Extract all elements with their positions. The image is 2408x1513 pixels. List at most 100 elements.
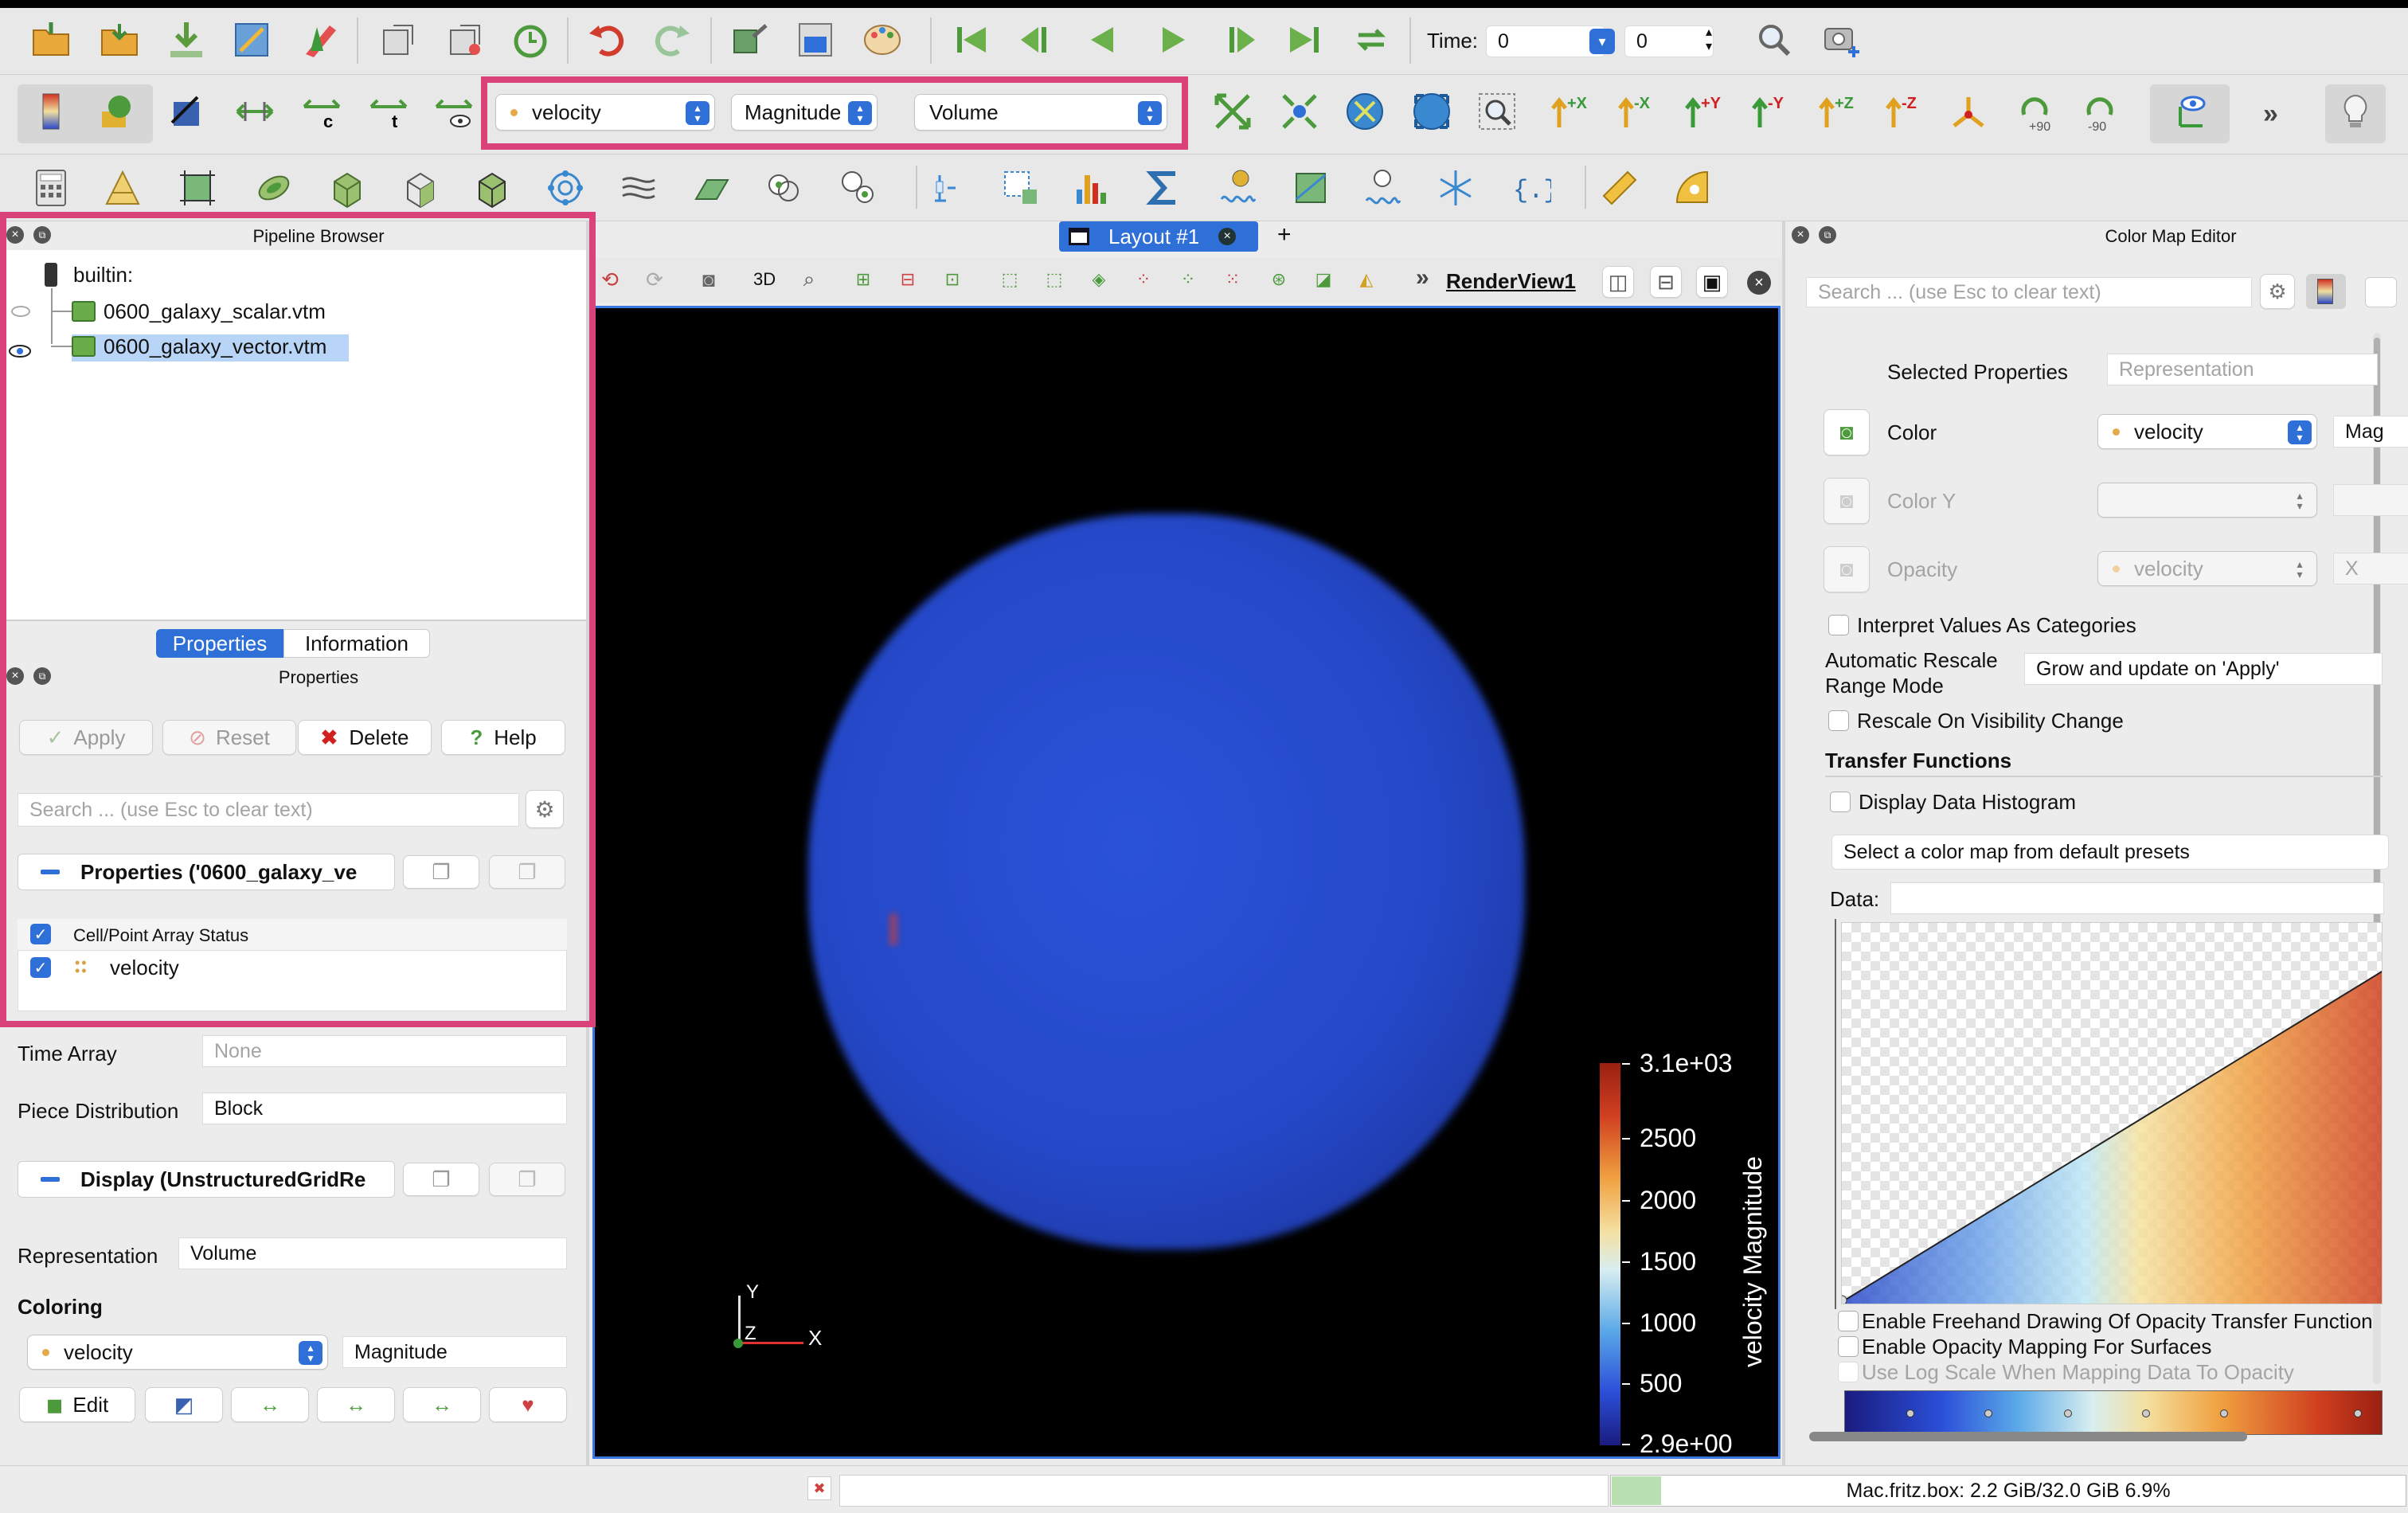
time-value-input[interactable]: 0 <box>1486 25 1605 57</box>
add-camera-icon[interactable] <box>1819 18 1863 62</box>
plot-over-time-icon[interactable] <box>1288 166 1333 210</box>
gear-icon[interactable]: ⚙ <box>2260 274 2295 309</box>
color-transfer-bar[interactable] <box>1844 1390 2383 1435</box>
protractor-icon[interactable] <box>1671 166 1715 210</box>
interactive-select-icon[interactable]: ⬚ <box>1038 260 1070 299</box>
color-legend-icon[interactable] <box>29 89 73 134</box>
warp-icon[interactable] <box>616 166 661 210</box>
plot-data-time-icon[interactable] <box>1360 166 1405 210</box>
color-control-point[interactable] <box>1984 1409 1992 1417</box>
time-index-stepper[interactable]: ▴ ▾ <box>1701 25 1717 57</box>
color-control-point[interactable] <box>2064 1409 2072 1417</box>
clear-output-x-icon[interactable]: ✖ <box>807 1476 831 1500</box>
paste-icon[interactable]: ❐ <box>489 855 565 889</box>
previous-frame-icon[interactable] <box>1014 18 1059 62</box>
edit-colormap-button[interactable]: ◼ Edit <box>19 1387 135 1422</box>
rotate-minus-90-icon[interactable]: -90 <box>2078 89 2123 134</box>
color-control-point[interactable] <box>2142 1409 2150 1417</box>
opacity-property-icon[interactable]: ◙ <box>1824 546 1870 592</box>
paste-icon[interactable]: ❐ <box>489 1163 565 1196</box>
redo-camera-icon[interactable] <box>443 18 487 62</box>
color-control-point[interactable] <box>2354 1409 2362 1417</box>
color-array-combo[interactable]: velocity ▴ ▾ <box>495 94 715 131</box>
shrink-selection-icon[interactable]: ⊛ <box>1263 260 1295 299</box>
find-data-icon[interactable] <box>728 18 772 62</box>
connect-icon[interactable] <box>229 18 274 62</box>
close-tab-icon[interactable]: × <box>1218 228 1237 245</box>
disconnect-icon[interactable] <box>298 18 342 62</box>
glyph-filter-icon[interactable] <box>470 166 514 210</box>
probe-icon[interactable] <box>836 166 881 210</box>
properties-search-input[interactable]: Search ... (use Esc to clear text) <box>18 793 519 827</box>
clip-icon[interactable] <box>175 166 220 210</box>
preset-selector[interactable]: Select a color map from default presets <box>1831 835 2389 870</box>
camera-icon[interactable]: ◙ <box>693 260 725 299</box>
play-icon[interactable] <box>1151 18 1196 62</box>
clear-selection-icon[interactable]: ◭ <box>1351 260 1382 299</box>
select-cells-icon[interactable]: ⊞ <box>847 260 879 299</box>
redo-icon[interactable] <box>650 18 694 62</box>
contour-icon[interactable] <box>100 166 145 210</box>
histogram-icon[interactable] <box>1069 166 1113 210</box>
split-vertical-icon[interactable]: ⊟ <box>1650 266 1682 298</box>
plot-over-line-icon[interactable] <box>925 166 970 210</box>
reverse-play-icon[interactable] <box>1080 18 1124 62</box>
sigma-statistics-icon[interactable] <box>1142 166 1186 210</box>
more-view-tools-chevron-icon[interactable]: » <box>1416 264 1429 291</box>
float-panel-icon[interactable]: ⧉ <box>1819 226 1836 244</box>
interpret-categories-checkbox[interactable] <box>1828 615 1849 635</box>
view-minus-z-icon[interactable]: -Z <box>1879 89 1924 134</box>
time-array-field[interactable]: None <box>202 1035 567 1067</box>
reset-camera-icon[interactable] <box>1210 89 1255 134</box>
rescale-temporal-icon[interactable]: t <box>366 89 411 134</box>
split-horizontal-icon[interactable]: ◫ <box>1602 266 1634 298</box>
rescale-custom-icon[interactable]: c <box>299 89 344 134</box>
apply-button[interactable]: ✓ Apply <box>19 720 153 755</box>
piece-distribution-field[interactable]: Block <box>202 1093 567 1124</box>
extract-level-icon[interactable] <box>763 166 807 210</box>
undo-icon[interactable] <box>584 18 629 62</box>
delete-button[interactable]: ✖ Delete <box>298 720 432 755</box>
center-axes-icon[interactable] <box>2168 89 2212 134</box>
display-section-header[interactable]: Display (UnstructuredGridRe <box>18 1161 395 1198</box>
color-legend-icon[interactable] <box>2365 277 2397 307</box>
reset-closest-icon[interactable] <box>1277 89 1322 134</box>
reset-range-icon[interactable]: ◩ <box>145 1387 223 1422</box>
calculator-icon[interactable] <box>29 166 73 210</box>
reset-button[interactable]: ⊘ Reset <box>162 720 296 755</box>
zoom-to-data-icon[interactable] <box>1752 18 1796 62</box>
timer-icon[interactable] <box>508 18 553 62</box>
rescale-visible-icon[interactable] <box>432 89 476 134</box>
zoom-box-icon[interactable]: ⌕ <box>793 260 825 299</box>
cme-search-input[interactable]: Search ... (use Esc to clear text) <box>1806 277 2252 307</box>
color-y-combo[interactable]: ▴ ▾ <box>2097 483 2317 518</box>
opacity-array-combo[interactable]: velocity ▴ ▾ <box>2097 551 2317 586</box>
extract-subset-icon[interactable] <box>398 166 443 210</box>
edit-colormap-icon[interactable] <box>96 89 140 134</box>
edit-selection-icon[interactable]: ◪ <box>1308 260 1339 299</box>
next-frame-icon[interactable] <box>1217 18 1261 62</box>
last-frame-icon[interactable] <box>1282 18 1327 62</box>
view-plus-z-icon[interactable]: +Z <box>1812 89 1857 134</box>
grow-selection-icon[interactable]: ⁙ <box>1217 260 1249 299</box>
freehand-drawing-checkbox[interactable] <box>1838 1311 1859 1331</box>
undo-camera-icon[interactable] <box>376 18 420 62</box>
reset-range-icon[interactable] <box>164 89 209 134</box>
download-icon[interactable] <box>164 18 209 62</box>
close-icon[interactable]: × <box>1792 226 1809 244</box>
auto-rescale-field[interactable]: Grow and update on 'Apply' <box>2024 653 2383 685</box>
redo-selection-icon[interactable]: ⟳ <box>639 260 670 299</box>
zoom-box-icon[interactable] <box>1475 89 1519 134</box>
pipeline-item-scalar[interactable]: 0600_galaxy_scalar.vtm <box>104 299 326 324</box>
coloring-component-field[interactable]: Magnitude <box>342 1336 567 1368</box>
stream-tracer-icon[interactable] <box>543 166 588 210</box>
select-all-checkbox[interactable]: ✓ <box>30 924 51 944</box>
favorites-heart-icon[interactable]: ♥ <box>489 1387 567 1422</box>
color-legend-icon[interactable] <box>2317 279 2333 304</box>
threshold-icon[interactable] <box>325 166 369 210</box>
color-y-component-field[interactable] <box>2333 484 2408 516</box>
opacity-transfer-editor[interactable] <box>1841 922 2383 1304</box>
plot-selection-icon[interactable] <box>999 166 1043 210</box>
save-data-icon[interactable] <box>97 18 142 62</box>
log-scale-checkbox[interactable] <box>1838 1362 1859 1382</box>
